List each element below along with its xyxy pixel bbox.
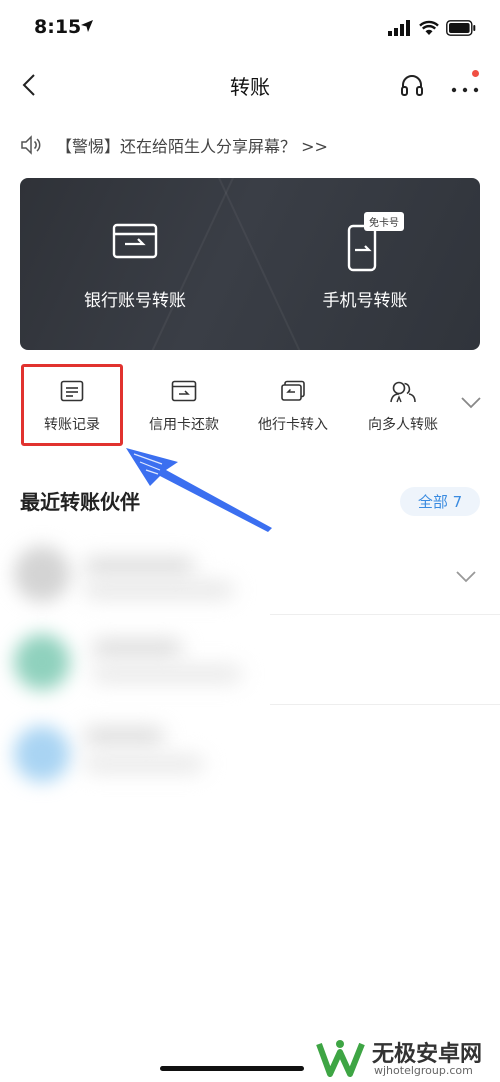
blurred-text xyxy=(84,582,234,598)
home-indicator xyxy=(160,1066,304,1071)
notice-text: 【警惕】还在给陌生人分享屏幕？ >> xyxy=(56,137,328,156)
blurred-text xyxy=(84,728,164,744)
blurred-text xyxy=(92,666,242,682)
credit-card-repayment-button[interactable]: 信用卡还款 xyxy=(129,366,239,446)
transfer-banner: 银行账号转账 免卡号 手机号转账 xyxy=(20,178,480,350)
speaker-icon xyxy=(21,135,41,155)
phone-transfer-button[interactable]: 免卡号 手机号转账 xyxy=(250,178,480,350)
card-transfer-in-icon xyxy=(238,380,348,406)
avatar xyxy=(14,726,70,782)
status-bar: 8:15 xyxy=(0,0,500,60)
all-partners-button[interactable]: 全部 7 xyxy=(400,487,480,516)
watermark: 无极安卓网 wjhotelgroup.com xyxy=(316,1036,500,1082)
chevron-down-icon[interactable] xyxy=(455,570,477,584)
credit-card-repayment-label: 信用卡还款 xyxy=(149,417,219,433)
wifi-icon xyxy=(419,20,439,35)
divider xyxy=(270,614,500,615)
partner-row[interactable] xyxy=(0,530,500,620)
headset-icon[interactable] xyxy=(398,72,426,100)
other-bank-transfer-in-button[interactable]: 他行卡转入 xyxy=(238,366,348,446)
watermark-url: wjhotelgroup.com xyxy=(374,1064,473,1077)
bank-card-icon xyxy=(20,222,250,266)
avatar xyxy=(14,546,70,602)
partner-row[interactable] xyxy=(0,706,500,796)
multi-person-transfer-button[interactable]: 向多人转账 xyxy=(348,366,458,446)
notification-dot xyxy=(472,70,479,77)
signal-icon xyxy=(388,20,410,36)
blurred-text xyxy=(92,640,182,656)
recent-partners-title: 最近转账伙伴 xyxy=(20,490,140,514)
chevron-down-icon[interactable] xyxy=(460,396,482,410)
notice-bar[interactable]: 【警惕】还在给陌生人分享屏幕？ >> xyxy=(20,131,328,159)
watermark-logo-icon xyxy=(316,1040,365,1077)
multi-person-transfer-label: 向多人转账 xyxy=(368,417,438,433)
multi-person-icon xyxy=(348,380,458,406)
highlight-box xyxy=(21,364,123,446)
bank-account-transfer-button[interactable]: 银行账号转账 xyxy=(20,178,250,350)
free-card-tag: 免卡号 xyxy=(364,212,404,231)
avatar xyxy=(14,634,70,690)
status-icons xyxy=(388,20,476,36)
divider xyxy=(270,704,500,705)
annotation-arrow-icon xyxy=(126,448,272,532)
nav-bar: 转账 xyxy=(0,60,500,110)
blurred-text xyxy=(84,756,204,772)
credit-card-icon xyxy=(129,380,239,406)
phone-transfer-label: 手机号转账 xyxy=(322,291,408,311)
other-bank-transfer-in-label: 他行卡转入 xyxy=(258,417,328,433)
battery-icon xyxy=(446,20,476,36)
bank-account-transfer-label: 银行账号转账 xyxy=(84,291,186,311)
partner-row[interactable] xyxy=(0,616,500,706)
location-arrow-icon xyxy=(81,20,93,32)
blurred-text xyxy=(84,558,194,574)
status-time: 8:15 xyxy=(34,16,82,38)
